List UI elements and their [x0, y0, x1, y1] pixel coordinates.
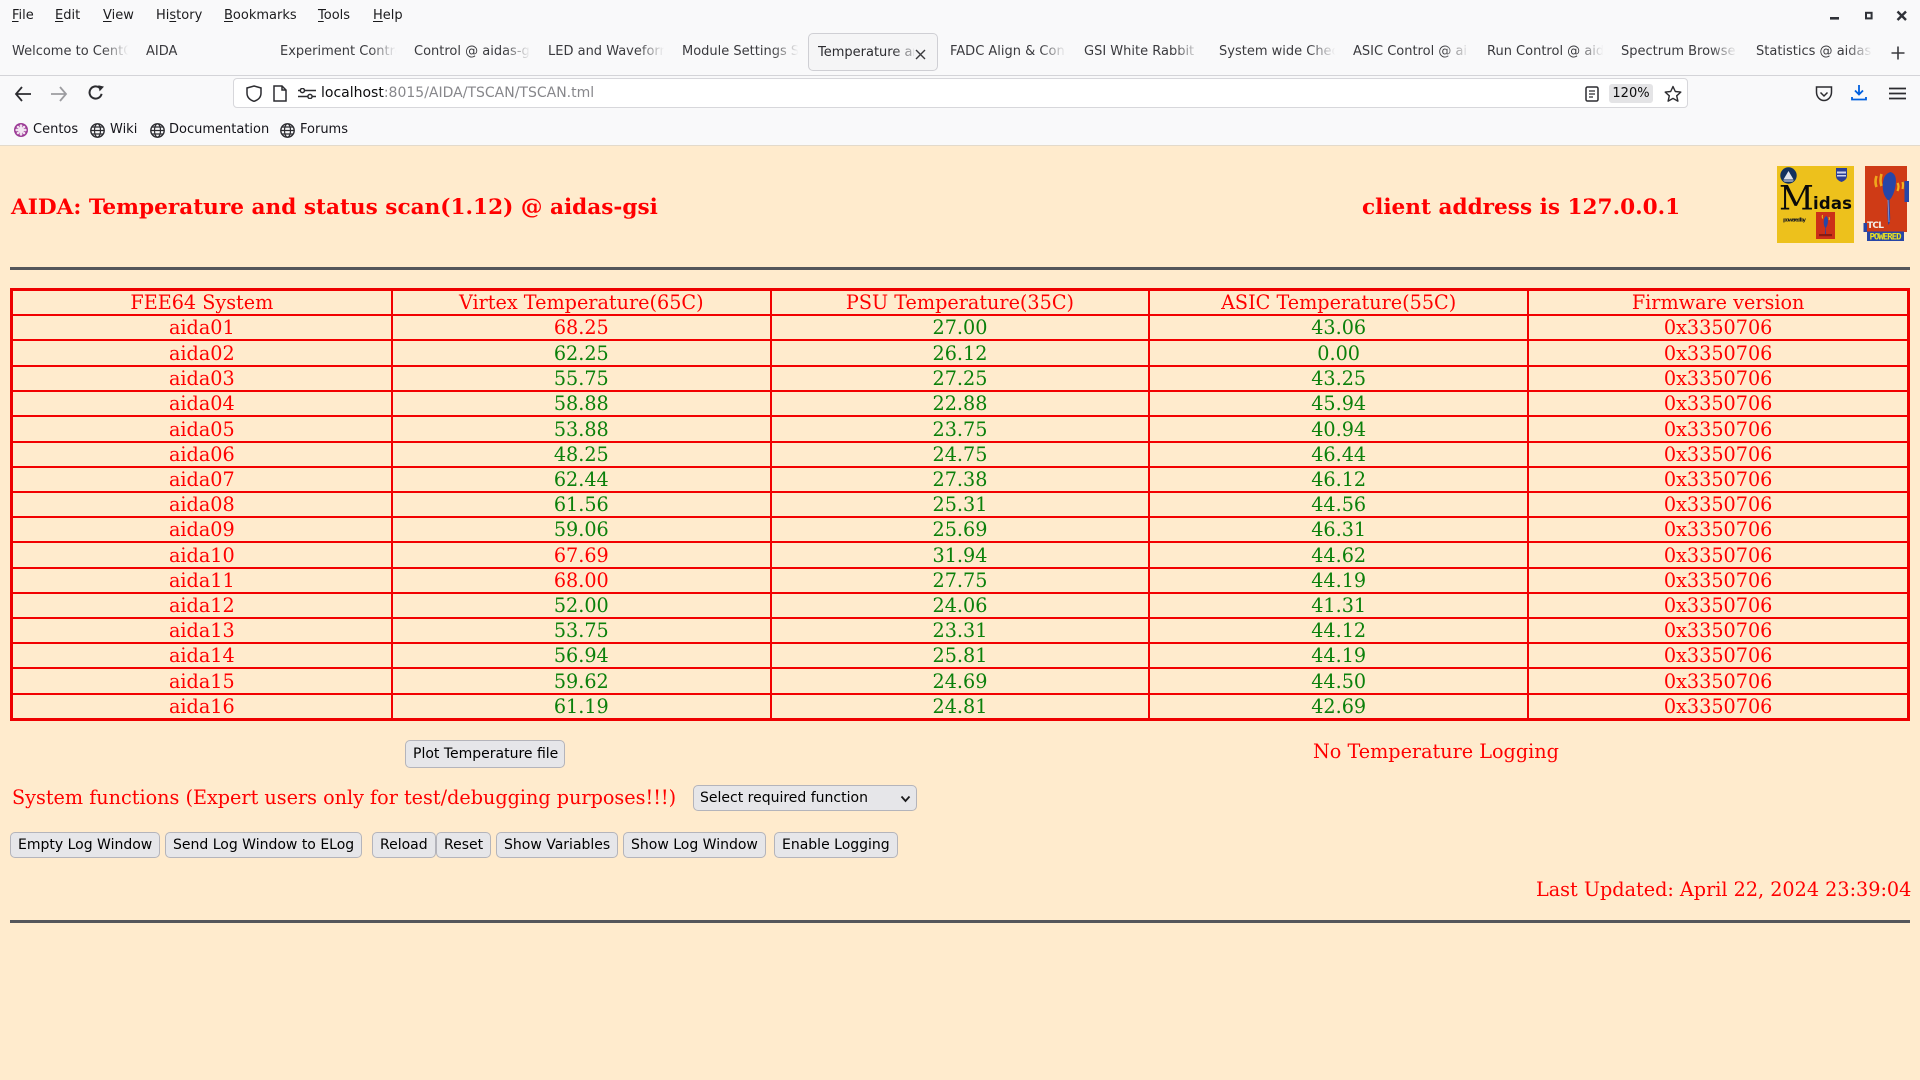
svg-text:POWERED: POWERED	[1870, 233, 1903, 243]
svg-text:TCL: TCL	[1867, 221, 1884, 231]
svg-text:M: M	[1779, 179, 1814, 219]
svg-text:idas: idas	[1813, 194, 1852, 213]
svg-text:powered by: powered by	[1783, 218, 1806, 224]
